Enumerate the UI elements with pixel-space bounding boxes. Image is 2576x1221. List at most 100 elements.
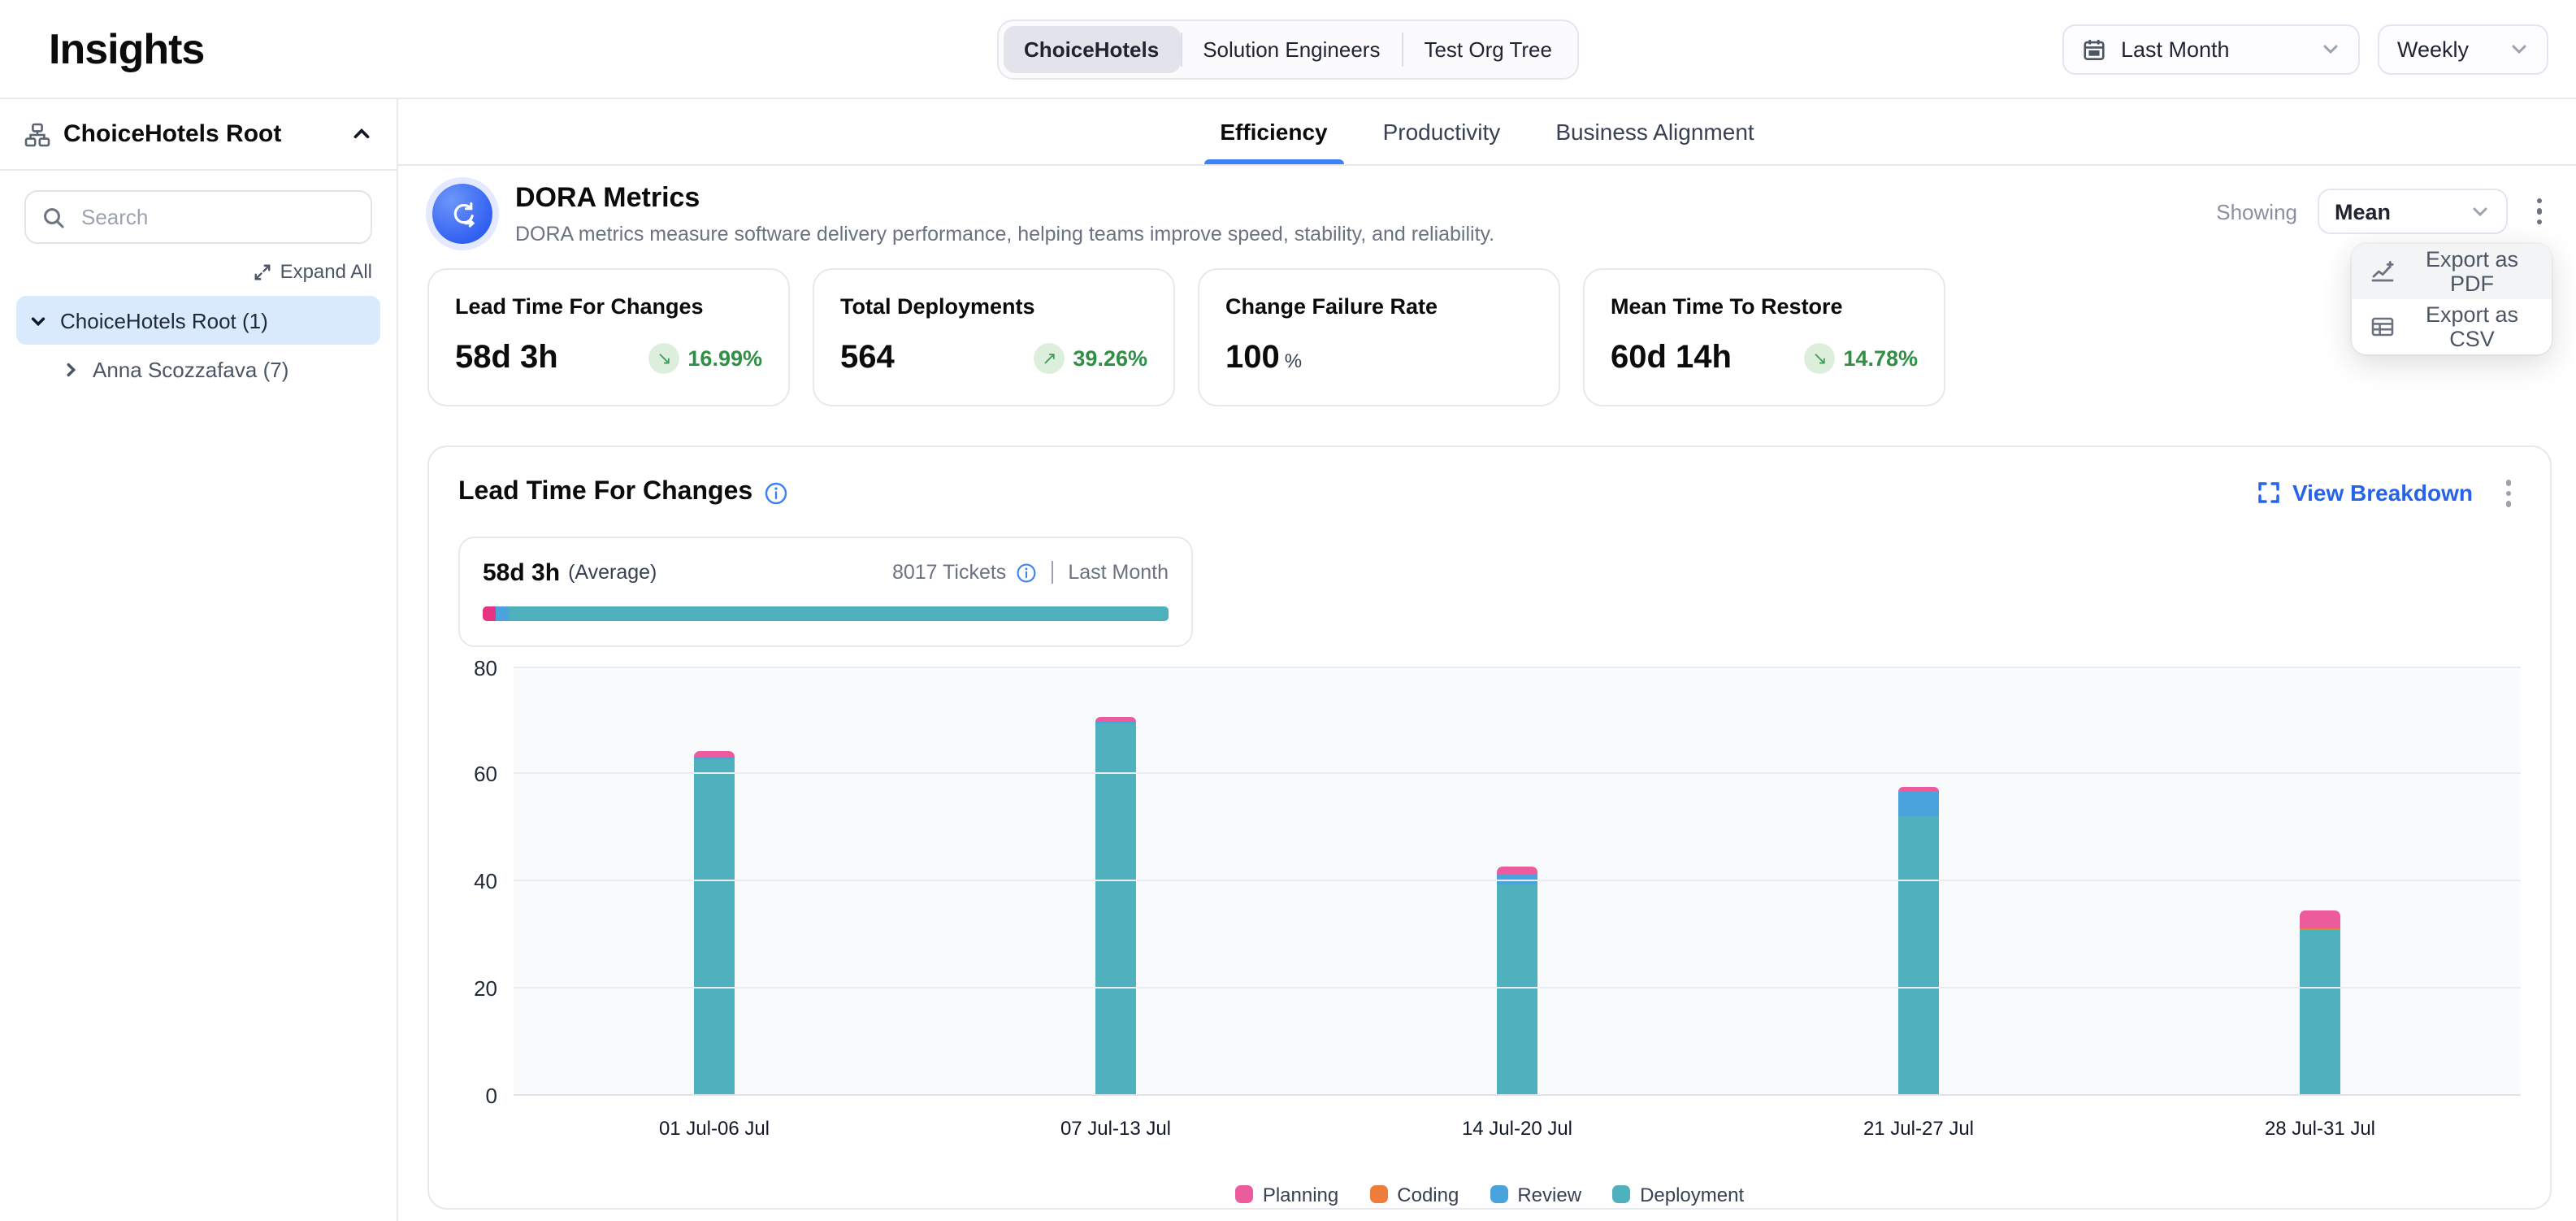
stacked-bar[interactable] <box>1898 667 1939 1095</box>
info-icon[interactable] <box>764 481 788 506</box>
trend-badge: ↘ 16.99% <box>648 343 762 374</box>
dora-description: DORA metrics measure software delivery p… <box>515 223 1494 246</box>
trend-percent: 16.99% <box>687 346 762 371</box>
legend-swatch <box>1235 1185 1253 1203</box>
tab-productivity[interactable]: Productivity <box>1380 99 1504 164</box>
metric-card-title: Change Failure Rate <box>1225 294 1533 319</box>
trend-arrow-icon: ↘ <box>648 343 679 374</box>
tickets-count: 8017 Tickets <box>892 561 1006 584</box>
metric-card-change-failure-rate: Change Failure Rate 100% <box>1198 268 1560 406</box>
export-pdf-menu-item[interactable]: Export as PDF <box>2352 244 2552 299</box>
export-menu: Export as PDF Export as CSV <box>2352 244 2552 354</box>
stacked-bar[interactable] <box>694 667 735 1095</box>
bar-segment-deployment <box>2300 929 2340 1095</box>
main: Efficiency Productivity Business Alignme… <box>398 99 2576 1221</box>
sidebar: ChoiceHotels Root Expand All <box>0 99 398 1221</box>
bar-segment-planning <box>694 751 735 758</box>
bar-segment-planning <box>1497 867 1537 875</box>
trend-percent: 39.26% <box>1073 346 1147 371</box>
header-controls: Last Month Weekly <box>2062 24 2576 74</box>
progress-segment-review <box>496 606 510 620</box>
info-icon[interactable] <box>1016 562 1037 583</box>
legend-label: Deployment <box>1640 1183 1744 1206</box>
showing-value: Mean <box>2335 199 2470 224</box>
legend-item-coding[interactable]: Coding <box>1369 1183 1459 1206</box>
sidebar-collapse-button[interactable] <box>351 124 372 145</box>
divider <box>1052 561 1053 584</box>
org-tab-test-org-tree[interactable]: Test Org Tree <box>1403 26 1573 73</box>
x-tick-label: 21 Jul-27 Jul <box>1718 1116 2119 1139</box>
progress-segment-planning <box>483 606 496 620</box>
search-input[interactable] <box>78 203 354 231</box>
stacked-bar[interactable] <box>1095 667 1136 1095</box>
chevron-down-icon <box>2321 39 2340 59</box>
sidebar-title: ChoiceHotels Root <box>63 120 338 148</box>
metric-card-value: 564 <box>840 340 895 376</box>
expand-corners-icon <box>2258 482 2281 505</box>
legend-swatch <box>1490 1185 1507 1203</box>
stacked-bar[interactable] <box>2300 667 2340 1095</box>
tree-item-label: Anna Scozzafava (7) <box>93 357 288 381</box>
expand-all-icon <box>254 263 272 280</box>
chart-legend: Planning Coding Review Deployment <box>458 1183 2521 1206</box>
export-csv-label: Export as CSV <box>2410 302 2534 351</box>
legend-label: Coding <box>1397 1183 1459 1206</box>
top-header: Insights ChoiceHotels Solution Engineers… <box>0 0 2576 99</box>
tab-efficiency[interactable]: Efficiency <box>1216 99 1330 164</box>
y-tick-label: 60 <box>474 763 497 787</box>
bar-segment-deployment <box>1497 884 1537 1095</box>
bar-segment-deployment <box>694 759 735 1095</box>
expand-all-button[interactable]: Expand All <box>254 260 372 283</box>
date-range-value: Last Month <box>2121 37 2306 61</box>
metric-card-lead-time: Lead Time For Changes 58d 3h ↘16.99% <box>427 268 790 406</box>
tab-business-alignment[interactable]: Business Alignment <box>1552 99 1757 164</box>
average-summary-card: 58d 3h (Average) 8017 Tickets Last Month <box>458 536 1193 646</box>
view-breakdown-button[interactable]: View Breakdown <box>2258 480 2473 506</box>
org-tab-choicehotels[interactable]: ChoiceHotels <box>1003 26 1180 73</box>
dora-kebab-menu-button[interactable] <box>2526 192 2552 232</box>
bar-segment-planning <box>2300 910 2340 928</box>
progress-segment-deployment <box>510 606 1169 620</box>
org-tree: ChoiceHotels Root (1) Anna Scozzafava (7… <box>16 296 380 393</box>
chevron-down-icon[interactable] <box>29 311 47 329</box>
dora-header: DORA Metrics DORA metrics measure softwa… <box>427 180 2552 246</box>
lead-time-chart-card: Lead Time For Changes View Breakdown <box>427 445 2552 1210</box>
org-tab-solution-engineers[interactable]: Solution Engineers <box>1182 26 1401 73</box>
average-value: 58d 3h <box>483 558 560 586</box>
trend-percent: 14.78% <box>1843 346 1918 371</box>
chevron-right-icon[interactable] <box>62 360 80 378</box>
view-breakdown-label: View Breakdown <box>2292 480 2473 506</box>
granularity-dropdown[interactable]: Weekly <box>2378 24 2548 74</box>
stacked-bar[interactable] <box>1497 667 1537 1095</box>
y-tick-label: 80 <box>474 655 497 680</box>
legend-label: Planning <box>1263 1183 1338 1206</box>
table-icon <box>2370 314 2396 340</box>
legend-item-planning[interactable]: Planning <box>1235 1183 1338 1206</box>
granularity-value: Weekly <box>2397 37 2495 61</box>
metric-card-title: Mean Time To Restore <box>1611 294 1918 319</box>
metric-card-mean-time-to-restore: Mean Time To Restore 60d 14h ↘14.78% <box>1583 268 1945 406</box>
metric-card-value: 100 <box>1225 340 1280 376</box>
x-tick-label: 07 Jul-13 Jul <box>915 1116 1316 1139</box>
view-tabs: Efficiency Productivity Business Alignme… <box>398 99 2576 166</box>
tree-item-anna-scozzafava[interactable]: Anna Scozzafava (7) <box>49 345 380 393</box>
tree-item-label: ChoiceHotels Root (1) <box>60 308 268 332</box>
plot-area <box>514 667 2521 1095</box>
metric-cards: Lead Time For Changes 58d 3h ↘16.99% Tot… <box>427 268 2552 406</box>
legend-item-deployment[interactable]: Deployment <box>1612 1183 1744 1206</box>
legend-swatch <box>1369 1185 1387 1203</box>
app: Insights ChoiceHotels Solution Engineers… <box>0 0 2576 1221</box>
chart-kebab-menu-button[interactable] <box>2496 473 2521 513</box>
tree-item-choicehotels-root[interactable]: ChoiceHotels Root (1) <box>16 296 380 345</box>
x-tick-label: 28 Jul-31 Jul <box>2119 1116 2521 1139</box>
legend-item-review[interactable]: Review <box>1490 1183 1581 1206</box>
metric-card-total-deployments: Total Deployments 564 ↗39.26% <box>813 268 1175 406</box>
showing-select[interactable]: Mean <box>2317 189 2507 234</box>
date-range-dropdown[interactable]: Last Month <box>2062 24 2360 74</box>
sidebar-header: ChoiceHotels Root <box>0 99 397 171</box>
chevron-down-icon <box>2509 39 2529 59</box>
export-csv-menu-item[interactable]: Export as CSV <box>2352 299 2552 354</box>
trend-badge: ↗39.26% <box>1034 343 1147 374</box>
metric-card-unit: % <box>1285 350 1302 372</box>
metric-card-value: 58d 3h <box>455 340 558 376</box>
